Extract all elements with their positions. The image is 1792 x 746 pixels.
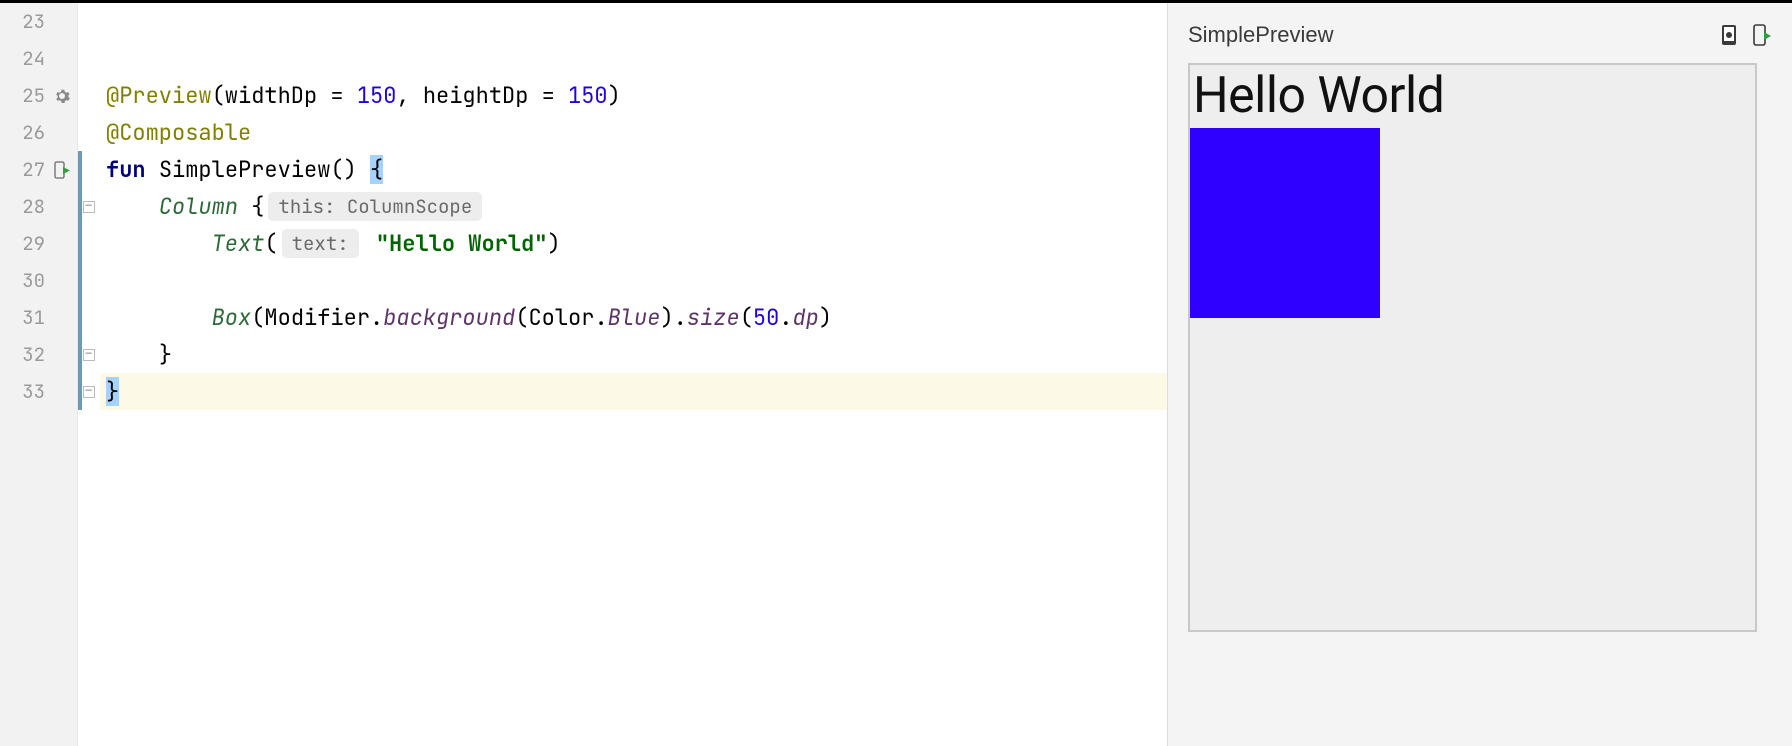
- string-literal: "Hello World": [376, 229, 548, 258]
- call-text: Text: [212, 229, 265, 258]
- code-line-23[interactable]: [100, 3, 1167, 40]
- code-text: (Modifier.: [251, 303, 383, 332]
- code-line-27[interactable]: fun SimplePreview() {: [100, 151, 1167, 188]
- code-text: , heightDp =: [396, 81, 568, 110]
- color-blue: Blue: [608, 303, 661, 332]
- code-text: ): [608, 81, 621, 110]
- code-text: (widthDp =: [212, 81, 357, 110]
- indent: [106, 229, 212, 258]
- space: [146, 155, 159, 184]
- code-line-24[interactable]: [100, 40, 1167, 77]
- preview-toolbar: [1718, 23, 1772, 47]
- gutter-line-number[interactable]: 24: [0, 40, 77, 77]
- ext-size: size: [687, 303, 740, 332]
- fold-cell: [78, 188, 100, 225]
- gutter-line-number[interactable]: 25: [0, 77, 77, 114]
- number-literal: 150: [357, 81, 397, 110]
- gear-icon[interactable]: [53, 87, 71, 105]
- preview-header: SimplePreview: [1188, 19, 1772, 51]
- fold-cell: [78, 299, 100, 336]
- preview-text-hello: Hello World: [1190, 65, 1755, 128]
- code-line-29[interactable]: Text(text: "Hello World"): [100, 225, 1167, 262]
- gutter-line-number[interactable]: 30: [0, 262, 77, 299]
- function-name: SimplePreview: [159, 155, 331, 184]
- annotation-preview: @Preview: [106, 81, 212, 110]
- paren: ): [547, 229, 560, 258]
- fold-cell: [78, 373, 100, 410]
- inline-hint-param: text:: [282, 229, 359, 258]
- gutter-line-number[interactable]: 32: [0, 336, 77, 373]
- fold-toggle-icon[interactable]: [83, 386, 95, 398]
- dot: .: [779, 303, 792, 332]
- editor-fold-strip: [78, 3, 100, 746]
- gutter-line-number[interactable]: 31: [0, 299, 77, 336]
- fold-cell: [78, 114, 100, 151]
- gutter-line-number[interactable]: 23: [0, 3, 77, 40]
- code-line-28[interactable]: Column { this: ColumnScope: [100, 188, 1167, 225]
- gutter-line-number[interactable]: 26: [0, 114, 77, 151]
- call-column: Column: [159, 192, 238, 221]
- preview-blue-box: [1190, 128, 1380, 318]
- code-line-26[interactable]: @Composable: [100, 114, 1167, 151]
- brace-close: }: [159, 340, 172, 369]
- main-split: 2324252627282930313233 @Preview(widthDp …: [0, 3, 1792, 746]
- gutter-line-number[interactable]: 29: [0, 225, 77, 262]
- fold-cell: [78, 40, 100, 77]
- compose-preview-panel: SimplePreview Hello World: [1167, 3, 1792, 746]
- interactive-preview-icon[interactable]: [1718, 23, 1740, 47]
- fold-cell: [78, 3, 100, 40]
- number-literal: 50: [753, 303, 779, 332]
- fold-toggle-icon[interactable]: [83, 201, 95, 213]
- indent: [106, 192, 159, 221]
- fold-cell: [78, 77, 100, 114]
- code-line-30[interactable]: [100, 262, 1167, 299]
- space: [363, 229, 376, 258]
- ext-background: background: [383, 303, 515, 332]
- code-line-32[interactable]: }: [100, 336, 1167, 373]
- preview-title: SimplePreview: [1188, 22, 1334, 48]
- editor-gutter: 2324252627282930313233: [0, 3, 78, 746]
- fold-toggle-icon[interactable]: [83, 349, 95, 361]
- keyword-fun: fun: [106, 155, 146, 184]
- fold-cell: [78, 225, 100, 262]
- code-text: (Color.: [515, 303, 607, 332]
- paren: (: [264, 229, 277, 258]
- indent: [106, 303, 212, 332]
- run-gutter-icon[interactable]: [53, 161, 71, 179]
- preview-canvas[interactable]: Hello World: [1188, 63, 1757, 632]
- ext-dp: dp: [793, 303, 819, 332]
- deploy-preview-icon[interactable]: [1750, 23, 1772, 47]
- code-line-33[interactable]: }: [100, 373, 1167, 410]
- code-line-31[interactable]: Box(Modifier.background(Color.Blue).size…: [100, 299, 1167, 336]
- fold-cell: [78, 151, 100, 188]
- inline-hint-scope: this: ColumnScope: [268, 192, 482, 221]
- code-editor[interactable]: @Preview(widthDp = 150, heightDp = 150) …: [100, 3, 1167, 746]
- number-literal: 150: [568, 81, 608, 110]
- space: [238, 192, 251, 221]
- fold-cell: [78, 262, 100, 299]
- brace-open: {: [251, 192, 264, 221]
- paren: (: [740, 303, 753, 332]
- code-text: ).: [660, 303, 686, 332]
- brace-open: {: [370, 155, 383, 184]
- gutter-line-number[interactable]: 27: [0, 151, 77, 188]
- gutter-line-number[interactable]: 33: [0, 373, 77, 410]
- paren: ): [819, 303, 832, 332]
- indent: [106, 340, 159, 369]
- brace-close: }: [106, 377, 119, 406]
- fold-cell: [78, 336, 100, 373]
- gutter-line-number[interactable]: 28: [0, 188, 77, 225]
- code-line-25[interactable]: @Preview(widthDp = 150, heightDp = 150): [100, 77, 1167, 114]
- call-box: Box: [212, 303, 252, 332]
- code-text: (): [330, 155, 370, 184]
- annotation-composable: @Composable: [106, 118, 251, 147]
